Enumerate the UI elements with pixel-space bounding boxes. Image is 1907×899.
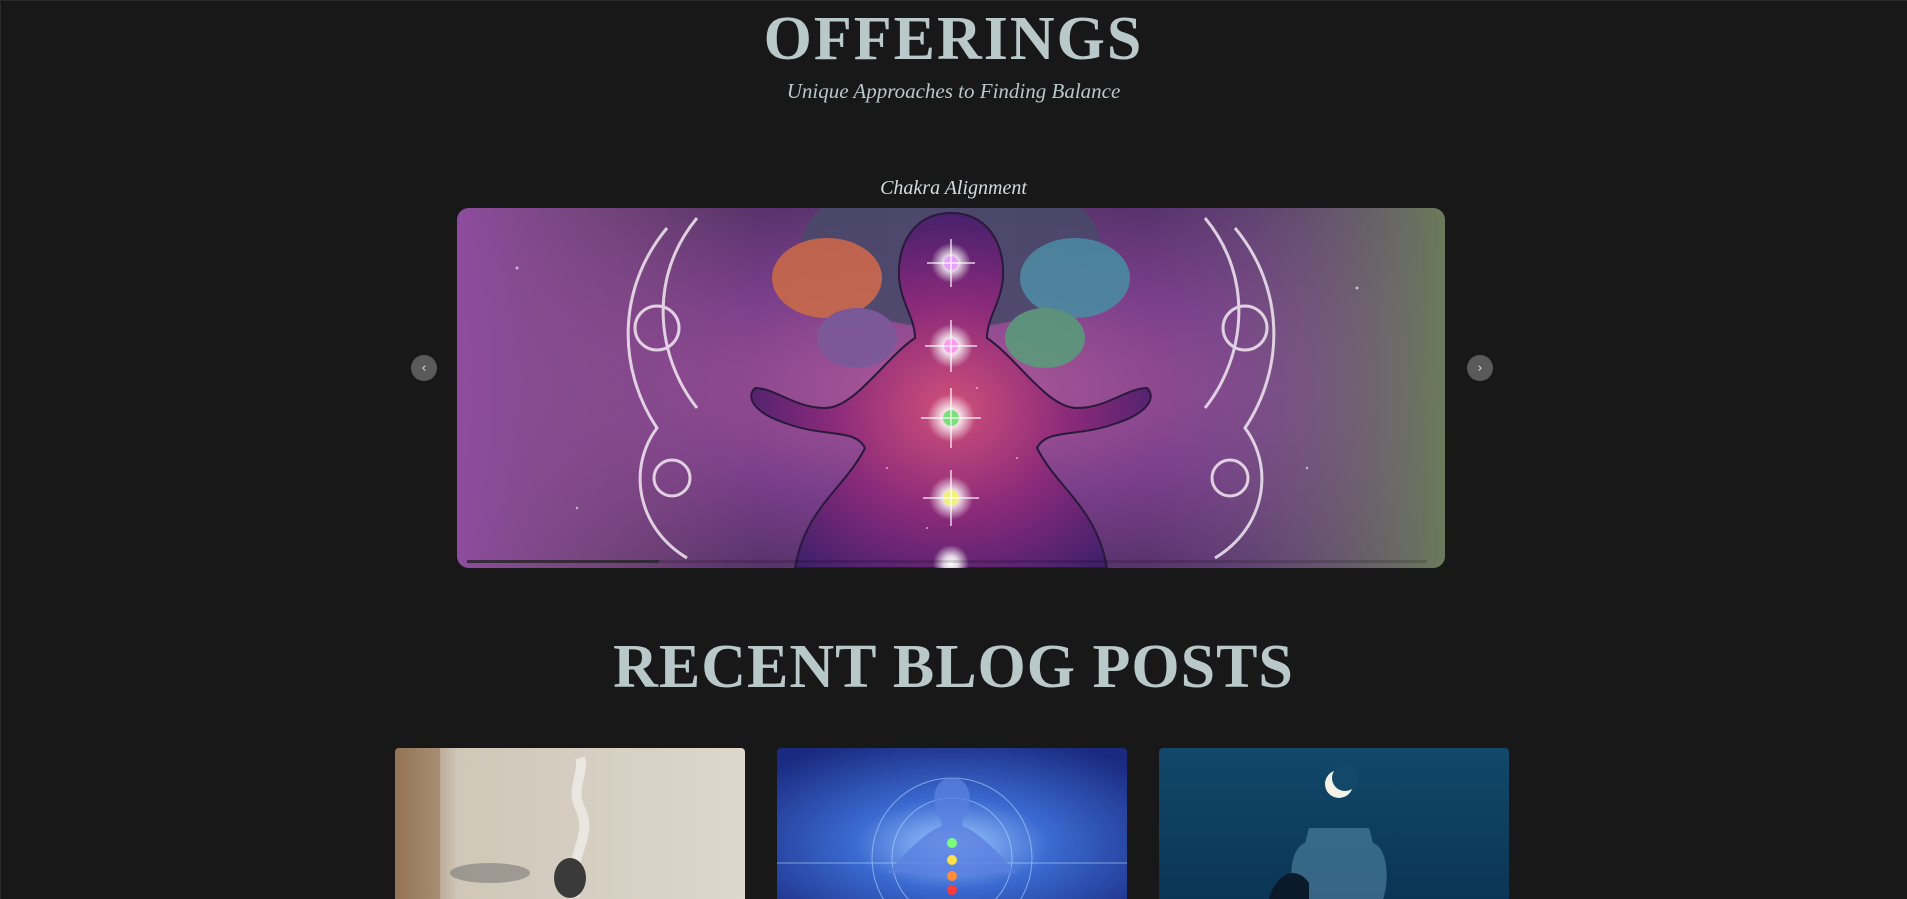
moon-jar-image [1159,748,1509,899]
blog-card[interactable] [777,748,1127,899]
carousel-progress-track [467,560,1427,563]
smoke-incense-image [395,748,745,899]
blog-card[interactable] [395,748,745,899]
slide-caption: Chakra Alignment [880,177,1027,199]
carousel-next-button[interactable]: › [1467,355,1493,381]
blue-meditation-image [777,748,1127,899]
blog-card[interactable] [1159,748,1509,899]
blog-section-title: RECENT BLOG POSTS [613,633,1294,701]
offerings-subtitle: Unique Approaches to Finding Balance [786,79,1121,103]
carousel-slide-image[interactable] [457,208,1445,568]
offerings-title: OFFERINGS [763,5,1144,73]
carousel-prev-button[interactable]: ‹ [411,355,437,381]
chakra-meditation-image [457,208,1445,568]
carousel-progress-fill [467,560,659,563]
